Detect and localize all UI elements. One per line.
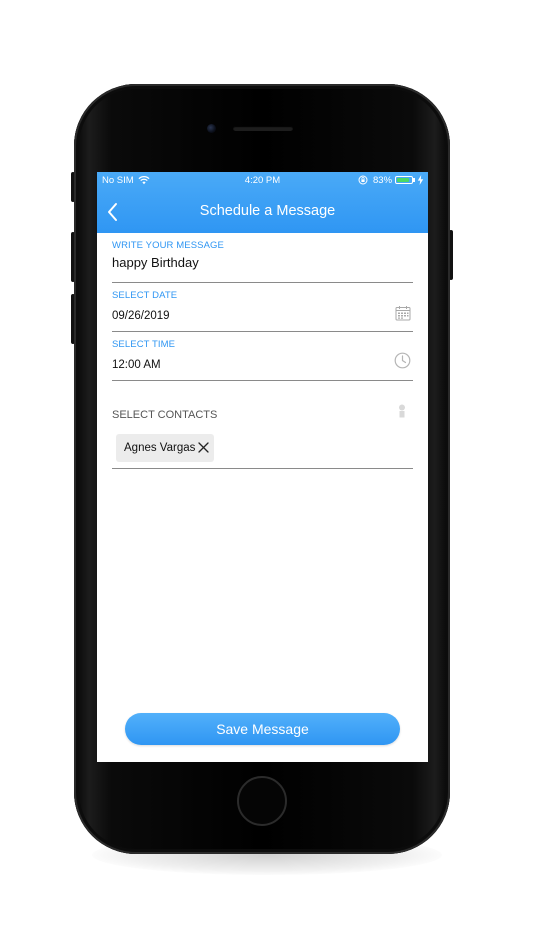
time-field-label: SELECT TIME xyxy=(112,339,176,350)
status-bar: No SIM 4:20 PM 83% xyxy=(97,172,428,188)
battery-tip xyxy=(413,178,415,182)
orientation-lock-icon xyxy=(358,175,368,185)
message-field[interactable]: WRITE YOUR MESSAGE happy Birthday xyxy=(112,234,413,283)
contacts-field-label: SELECT CONTACTS xyxy=(112,409,218,421)
contacts-field[interactable]: SELECT CONTACTS Agnes Vargas xyxy=(112,382,413,469)
message-field-label: WRITE YOUR MESSAGE xyxy=(112,240,224,251)
time-input[interactable]: 12:00 AM xyxy=(112,359,161,371)
date-field-label: SELECT DATE xyxy=(112,290,178,301)
date-input[interactable]: 09/26/2019 xyxy=(112,310,170,322)
date-field[interactable]: SELECT DATE 09/26/2019 xyxy=(112,284,413,332)
time-field[interactable]: SELECT TIME 12:00 AM xyxy=(112,333,413,381)
earpiece-speaker xyxy=(233,126,293,131)
message-input[interactable]: happy Birthday xyxy=(112,255,199,270)
contact-chip-name: Agnes Vargas xyxy=(124,442,196,454)
page-title: Schedule a Message xyxy=(199,203,336,219)
contact-chip[interactable]: Agnes Vargas xyxy=(116,434,214,462)
app-header: No SIM 4:20 PM 83% Schedule a Message xyxy=(97,172,428,233)
charging-bolt-icon xyxy=(417,175,424,185)
app-screen: No SIM 4:20 PM 83% Schedule a Message WR… xyxy=(97,172,428,762)
close-icon[interactable] xyxy=(198,442,209,453)
person-icon[interactable] xyxy=(397,404,407,419)
calendar-icon[interactable] xyxy=(395,305,411,321)
battery-level-fill xyxy=(397,178,409,182)
battery-percent: 83% xyxy=(373,175,393,186)
battery-icon xyxy=(395,176,413,184)
save-message-button[interactable]: Save Message xyxy=(125,713,400,745)
front-camera xyxy=(207,124,216,133)
mockup-stage: No SIM 4:20 PM 83% Schedule a Message WR… xyxy=(0,0,534,950)
clock-icon[interactable] xyxy=(394,352,411,369)
home-button xyxy=(237,776,287,826)
